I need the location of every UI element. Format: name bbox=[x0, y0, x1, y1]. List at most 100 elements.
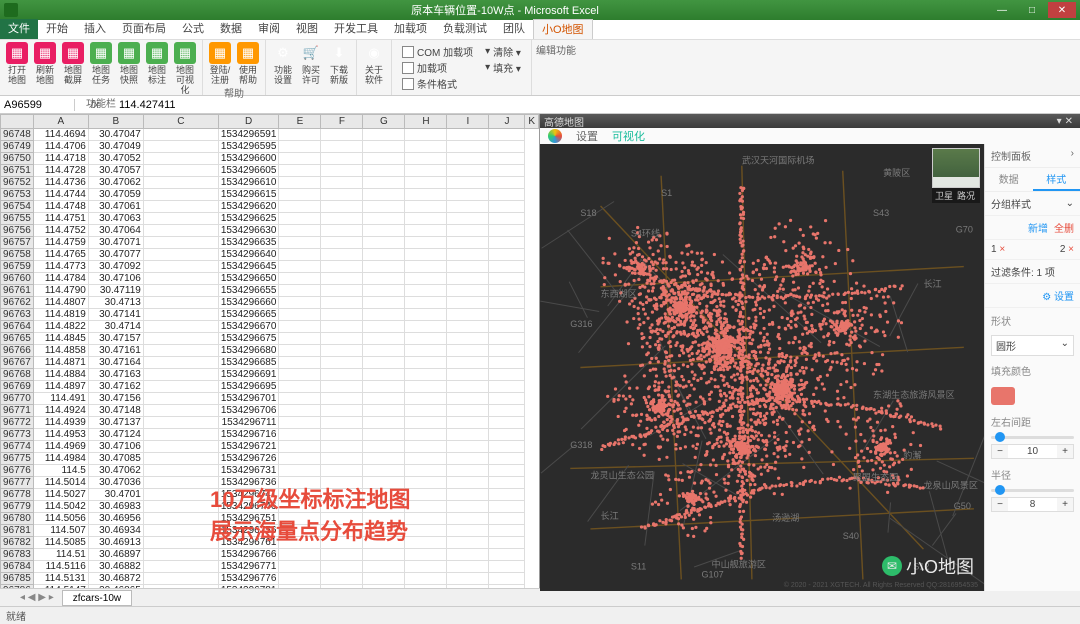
table-row[interactable]: 96764114.482230.47141534296670 bbox=[1, 321, 539, 333]
ribbon-购买许可[interactable]: 🛒购买许可 bbox=[298, 42, 324, 85]
table-row[interactable]: 96783114.5130.468971534296766 bbox=[1, 549, 539, 561]
table-row[interactable]: 96777114.501430.470361534296736 bbox=[1, 477, 539, 489]
table-row[interactable]: 96784114.511630.468821534296771 bbox=[1, 561, 539, 573]
col-header[interactable]: H bbox=[405, 115, 447, 129]
table-row[interactable]: 96751114.472830.470571534296605 bbox=[1, 165, 539, 177]
map-view[interactable]: 武汉天河国际机场黄陂区S4环线长江长江东湖生态旅游风景区龙泉山风景区中山舰旅游区… bbox=[540, 144, 984, 591]
map-pane-close-icon[interactable]: ✕ bbox=[1062, 116, 1076, 127]
table-row[interactable]: 96750114.471830.470521534296600 bbox=[1, 153, 539, 165]
ribbon-地图任务[interactable]: ▦地图任务 bbox=[88, 42, 114, 85]
table-row[interactable]: 96781114.50730.469341534296756 bbox=[1, 525, 539, 537]
ribbon-地图快照[interactable]: ▦地图快照 bbox=[116, 42, 142, 85]
table-row[interactable]: 96774114.496930.471061534296721 bbox=[1, 441, 539, 453]
minimize-button[interactable]: — bbox=[988, 2, 1016, 18]
chevron-right-icon[interactable]: › bbox=[1071, 148, 1074, 163]
chevron-down-icon[interactable]: ⌄ bbox=[1066, 198, 1074, 209]
col-header[interactable]: B bbox=[88, 115, 143, 129]
table-row[interactable]: 96763114.481930.471411534296665 bbox=[1, 309, 539, 321]
table-row[interactable]: 96752114.473630.470621534296610 bbox=[1, 177, 539, 189]
col-header[interactable]: C bbox=[143, 115, 218, 129]
formula-value[interactable]: 114.427411 bbox=[115, 99, 1080, 111]
col-header[interactable]: J bbox=[489, 115, 525, 129]
table-row[interactable]: 96767114.487130.471641534296685 bbox=[1, 357, 539, 369]
tab-负载测试[interactable]: 负载测试 bbox=[435, 23, 495, 35]
tab-视图[interactable]: 视图 bbox=[288, 23, 326, 35]
table-row[interactable]: 96785114.513130.468721534296776 bbox=[1, 573, 539, 585]
ribbon-地图可视化[interactable]: ▦地图可视化 bbox=[172, 42, 198, 95]
map-viz-link[interactable]: 可视化 bbox=[612, 128, 645, 144]
table-row[interactable]: 96768114.488430.471631534296691 bbox=[1, 369, 539, 381]
table-row[interactable]: 96779114.504230.469831534296746 bbox=[1, 501, 539, 513]
table-row[interactable]: 96761114.479030.471191534296655 bbox=[1, 285, 539, 297]
close-button[interactable]: ✕ bbox=[1048, 2, 1076, 18]
tab-公式[interactable]: 公式 bbox=[174, 23, 212, 35]
ribbon-打开地图[interactable]: ▦打开地图 bbox=[4, 42, 30, 85]
table-row[interactable]: 96754114.474830.470611534296620 bbox=[1, 201, 539, 213]
tab-数据[interactable]: 数据 bbox=[212, 23, 250, 35]
tab-开发工具[interactable]: 开发工具 bbox=[326, 23, 386, 35]
close-icon[interactable]: × bbox=[1068, 244, 1074, 255]
ribbon-使用帮助[interactable]: ▦使用帮助 bbox=[235, 42, 261, 85]
sheet-nav[interactable]: ◂ ◀ ▶ ▸ bbox=[20, 592, 54, 603]
delete-all-button[interactable]: 全删 bbox=[1054, 220, 1074, 235]
table-row[interactable]: 96758114.476530.470771534296640 bbox=[1, 249, 539, 261]
maximize-button[interactable]: □ bbox=[1018, 2, 1046, 18]
ribbon-条件格式[interactable]: 条件格式 bbox=[402, 76, 473, 91]
table-row[interactable]: 96760114.478430.471061534296650 bbox=[1, 273, 539, 285]
table-row[interactable]: 96748114.469430.470471534296591 bbox=[1, 129, 539, 141]
sheet-tab[interactable]: zfcars-10w bbox=[62, 590, 132, 606]
ribbon-登陆/注册[interactable]: ▦登陆/注册 bbox=[207, 42, 233, 85]
table-row[interactable]: 96755114.475130.470631534296625 bbox=[1, 213, 539, 225]
table-row[interactable]: 96766114.485830.471611534296680 bbox=[1, 345, 539, 357]
tab-xiaoo-map[interactable]: 小O地图 bbox=[533, 19, 593, 39]
name-box[interactable]: A96599 bbox=[0, 99, 75, 111]
col-header[interactable]: F bbox=[321, 115, 363, 129]
col-header[interactable]: I bbox=[447, 115, 489, 129]
table-row[interactable]: 96773114.495330.471241534296716 bbox=[1, 429, 539, 441]
close-icon[interactable]: × bbox=[999, 244, 1005, 255]
table-row[interactable]: 96778114.502730.47011534296741 bbox=[1, 489, 539, 501]
col-header[interactable]: A bbox=[33, 115, 88, 129]
table-row[interactable]: 96757114.475930.470711534296635 bbox=[1, 237, 539, 249]
fill-color-swatch[interactable] bbox=[991, 387, 1015, 405]
table-row[interactable]: 96780114.505630.469561534296751 bbox=[1, 513, 539, 525]
table-row[interactable]: 96753114.474430.470591534296615 bbox=[1, 189, 539, 201]
ribbon-功能设置[interactable]: ⚙功能设置 bbox=[270, 42, 296, 85]
tab-页面布局[interactable]: 页面布局 bbox=[114, 23, 174, 35]
table-row[interactable]: 96771114.492430.471481534296706 bbox=[1, 405, 539, 417]
tab-file[interactable]: 文件 bbox=[0, 19, 38, 39]
ribbon-关于软件[interactable]: ◉关于软件 bbox=[361, 42, 387, 85]
shape-select[interactable]: 圆形⌄ bbox=[991, 335, 1074, 356]
table-row[interactable]: 96762114.480730.47131534296660 bbox=[1, 297, 539, 309]
gap-slider[interactable] bbox=[991, 436, 1074, 439]
col-header[interactable]: G bbox=[363, 115, 405, 129]
table-row[interactable]: 96765114.484530.471571534296675 bbox=[1, 333, 539, 345]
ribbon-填充[interactable]: ▾填充 ▾ bbox=[485, 60, 521, 75]
ribbon-刷新地图[interactable]: ▦刷新地图 bbox=[32, 42, 58, 85]
col-header[interactable]: K bbox=[525, 115, 539, 129]
fx-label[interactable]: fx bbox=[75, 99, 115, 111]
tab-style[interactable]: 样式 bbox=[1033, 168, 1080, 191]
add-button[interactable]: 新增 bbox=[1028, 220, 1048, 235]
radius-stepper[interactable]: −8+ bbox=[991, 497, 1074, 512]
tab-团队[interactable]: 团队 bbox=[495, 23, 533, 35]
col-header[interactable]: E bbox=[279, 115, 321, 129]
table-row[interactable]: 96776114.530.470621534296731 bbox=[1, 465, 539, 477]
table-row[interactable]: 96775114.498430.470851534296726 bbox=[1, 453, 539, 465]
table-row[interactable]: 96759114.477330.470921534296645 bbox=[1, 261, 539, 273]
table-row[interactable]: 96756114.475230.470641534296630 bbox=[1, 225, 539, 237]
gap-stepper[interactable]: −10+ bbox=[991, 444, 1074, 459]
tab-开始[interactable]: 开始 bbox=[38, 23, 76, 35]
ribbon-COM 加载项[interactable]: COM 加载项 bbox=[402, 44, 473, 59]
ribbon-清除[interactable]: ▾清除 ▾ bbox=[485, 44, 521, 59]
table-row[interactable]: 96770114.49130.471561534296701 bbox=[1, 393, 539, 405]
table-row[interactable]: 96772114.493930.471371534296711 bbox=[1, 417, 539, 429]
spreadsheet[interactable]: ABCDEFGHIJK96748114.469430.4704715342965… bbox=[0, 114, 540, 588]
ribbon-地图截屏[interactable]: ▦地图截屏 bbox=[60, 42, 86, 85]
tab-审阅[interactable]: 审阅 bbox=[250, 23, 288, 35]
table-row[interactable]: 96749114.470630.470491534296595 bbox=[1, 141, 539, 153]
table-row[interactable]: 96769114.489730.471621534296695 bbox=[1, 381, 539, 393]
filter-settings[interactable]: ⚙ 设置 bbox=[1042, 288, 1074, 303]
col-header[interactable]: D bbox=[218, 115, 279, 129]
table-row[interactable]: 96782114.508530.469131534296761 bbox=[1, 537, 539, 549]
